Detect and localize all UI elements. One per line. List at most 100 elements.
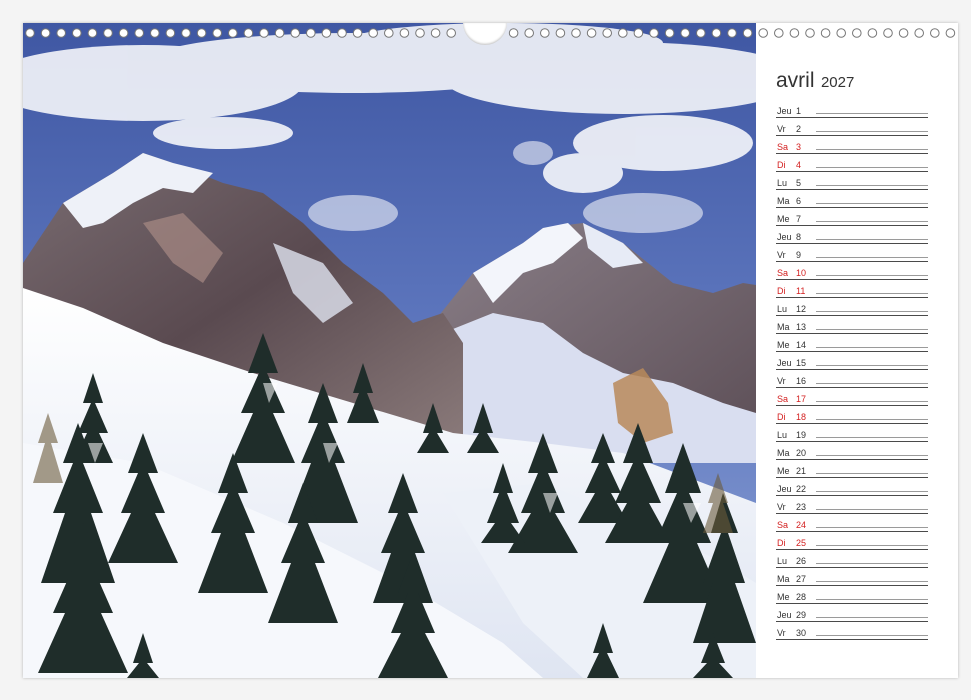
day-number: 9 bbox=[796, 250, 802, 260]
note-line bbox=[816, 451, 928, 456]
month-heading: avril 2027 bbox=[776, 66, 928, 98]
note-line bbox=[816, 271, 928, 276]
day-row: Di 18 bbox=[776, 406, 928, 424]
binding-ring bbox=[40, 28, 51, 38]
note-line bbox=[816, 415, 928, 420]
binding-ring bbox=[134, 28, 144, 38]
day-number: 23 bbox=[796, 502, 807, 512]
binding-ring bbox=[181, 28, 191, 38]
day-name: Vr bbox=[777, 124, 786, 134]
day-number: 1 bbox=[796, 106, 802, 116]
day-name: Lu bbox=[777, 556, 788, 566]
day-row: Di 4 bbox=[776, 154, 928, 172]
day-row: Jeu 29 bbox=[776, 604, 928, 622]
binding-ring bbox=[524, 28, 535, 38]
binding-ring bbox=[446, 28, 457, 38]
note-line bbox=[816, 199, 928, 204]
day-row: Me 21 bbox=[776, 460, 928, 478]
day-number: 26 bbox=[796, 556, 807, 566]
day-number: 24 bbox=[796, 520, 807, 530]
day-row: Jeu 22 bbox=[776, 478, 928, 496]
note-line bbox=[816, 541, 928, 546]
binding-ring bbox=[555, 28, 566, 38]
day-name: Ma bbox=[777, 196, 790, 206]
day-name: Ma bbox=[777, 574, 790, 584]
day-number: 17 bbox=[796, 394, 807, 404]
day-name: Vr bbox=[777, 628, 786, 638]
day-number: 18 bbox=[796, 412, 807, 422]
binding-ring bbox=[352, 28, 363, 38]
binding-ring bbox=[618, 28, 628, 38]
binding-ring bbox=[72, 28, 82, 38]
note-line bbox=[816, 469, 928, 474]
day-number: 27 bbox=[796, 574, 807, 584]
note-line bbox=[816, 577, 928, 582]
day-row: Jeu 8 bbox=[776, 226, 928, 244]
day-name: Lu bbox=[777, 430, 788, 440]
day-number: 4 bbox=[796, 160, 802, 170]
binding-ring bbox=[742, 28, 753, 38]
day-number: 20 bbox=[796, 448, 807, 458]
day-row: Sa 17 bbox=[776, 388, 928, 406]
day-number: 30 bbox=[796, 628, 807, 638]
binding-ring bbox=[540, 28, 550, 38]
day-number: 12 bbox=[796, 304, 807, 314]
day-number: 22 bbox=[796, 484, 807, 494]
day-name: Jeu bbox=[777, 610, 792, 620]
day-number: 11 bbox=[796, 286, 806, 296]
binding-ring bbox=[602, 28, 613, 38]
day-row: Ma 20 bbox=[776, 442, 928, 460]
note-line bbox=[816, 127, 928, 132]
day-row: Lu 19 bbox=[776, 424, 928, 442]
day-row: Lu 12 bbox=[776, 298, 928, 316]
mountain-photo bbox=[23, 23, 756, 678]
day-name: Di bbox=[777, 160, 786, 170]
note-line bbox=[816, 505, 928, 510]
day-name: Vr bbox=[777, 376, 786, 386]
note-line bbox=[816, 487, 928, 492]
binding-ring bbox=[384, 28, 394, 38]
day-name: Di bbox=[777, 538, 786, 548]
binding-ring bbox=[945, 28, 956, 38]
day-name: Di bbox=[777, 286, 786, 296]
day-row: Jeu 1 bbox=[776, 100, 928, 118]
note-line bbox=[816, 397, 928, 402]
day-name: Ma bbox=[777, 322, 790, 332]
note-line bbox=[816, 217, 928, 222]
note-line bbox=[816, 307, 928, 312]
day-row: Me 14 bbox=[776, 334, 928, 352]
day-row: Me 7 bbox=[776, 208, 928, 226]
binding-ring bbox=[586, 28, 597, 38]
day-row: Lu 26 bbox=[776, 550, 928, 568]
binding-ring bbox=[649, 28, 659, 38]
binding-ring bbox=[306, 28, 316, 38]
binding-ring bbox=[337, 28, 347, 38]
binding-ring bbox=[150, 28, 160, 38]
day-number: 28 bbox=[796, 592, 807, 602]
day-number: 2 bbox=[796, 124, 802, 134]
note-line bbox=[816, 181, 928, 186]
month-calendar: avril 2027 Jeu 1 Vr 2 Sa 3 Di 4 Lu 5 Ma 6 Me 7 Jeu 8 Vr 9… bbox=[776, 66, 928, 640]
day-number: 19 bbox=[796, 430, 807, 440]
binding-ring bbox=[820, 28, 831, 38]
day-name: Jeu bbox=[777, 358, 792, 368]
binding-ring bbox=[852, 28, 862, 38]
day-name: Jeu bbox=[777, 106, 792, 116]
day-name: Lu bbox=[777, 178, 788, 188]
binding-ring bbox=[789, 28, 800, 38]
note-line bbox=[816, 559, 928, 564]
day-name: Jeu bbox=[777, 484, 792, 494]
day-number: 10 bbox=[796, 268, 807, 278]
note-line bbox=[816, 253, 928, 258]
binding-ring bbox=[883, 28, 893, 38]
day-name: Sa bbox=[777, 394, 789, 404]
note-line bbox=[816, 325, 928, 330]
binding-ring bbox=[867, 28, 878, 38]
day-number: 29 bbox=[796, 610, 807, 620]
binding-ring bbox=[898, 28, 909, 38]
day-row: Vr 2 bbox=[776, 118, 928, 136]
binding-ring bbox=[290, 28, 301, 38]
day-number: 13 bbox=[796, 322, 807, 332]
binding-ring bbox=[399, 28, 410, 38]
day-number: 3 bbox=[796, 142, 802, 152]
